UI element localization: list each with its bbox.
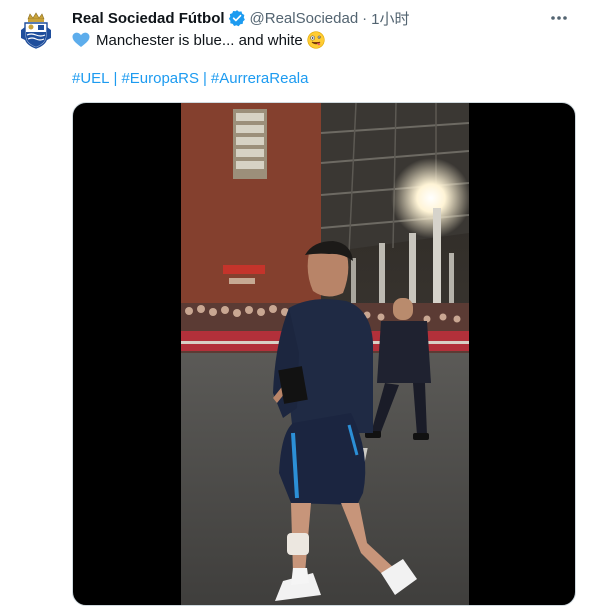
hashtags: #UEL | #EuropaRS | #AurreraReala [72,68,308,88]
video-frame [181,103,469,605]
avatar[interactable] [16,10,56,50]
tweet-header: Real Sociedad Fútbol @RealSociedad · 1小时 [72,8,410,28]
hashtag-separator: | [113,69,118,87]
real-sociedad-crest-icon [21,12,51,49]
video-player[interactable] [72,102,576,606]
tweet-card[interactable]: Real Sociedad Fútbol @RealSociedad · 1小时… [0,0,589,616]
tweet-text: Manchester is blue... and white [72,30,325,50]
more-options-button[interactable] [547,8,571,28]
blue-heart-emoji-icon [72,32,90,48]
hashtag-separator: | [203,69,207,87]
display-name[interactable]: Real Sociedad Fútbol [72,10,225,27]
hashtag-aurrerareala[interactable]: #AurreraReala [211,70,309,87]
hashtag-uel[interactable]: #UEL [72,70,110,87]
tweet-text-body: Manchester is blue... and white [96,31,303,49]
hashtag-europars[interactable]: #EuropaRS [121,70,199,87]
timestamp[interactable]: 1小时 [371,8,409,29]
zany-face-emoji-icon [307,31,325,49]
more-options-icon [551,16,567,20]
verified-badge-icon [228,9,246,27]
user-handle[interactable]: @RealSociedad [250,10,359,27]
separator-dot: · [362,9,368,27]
